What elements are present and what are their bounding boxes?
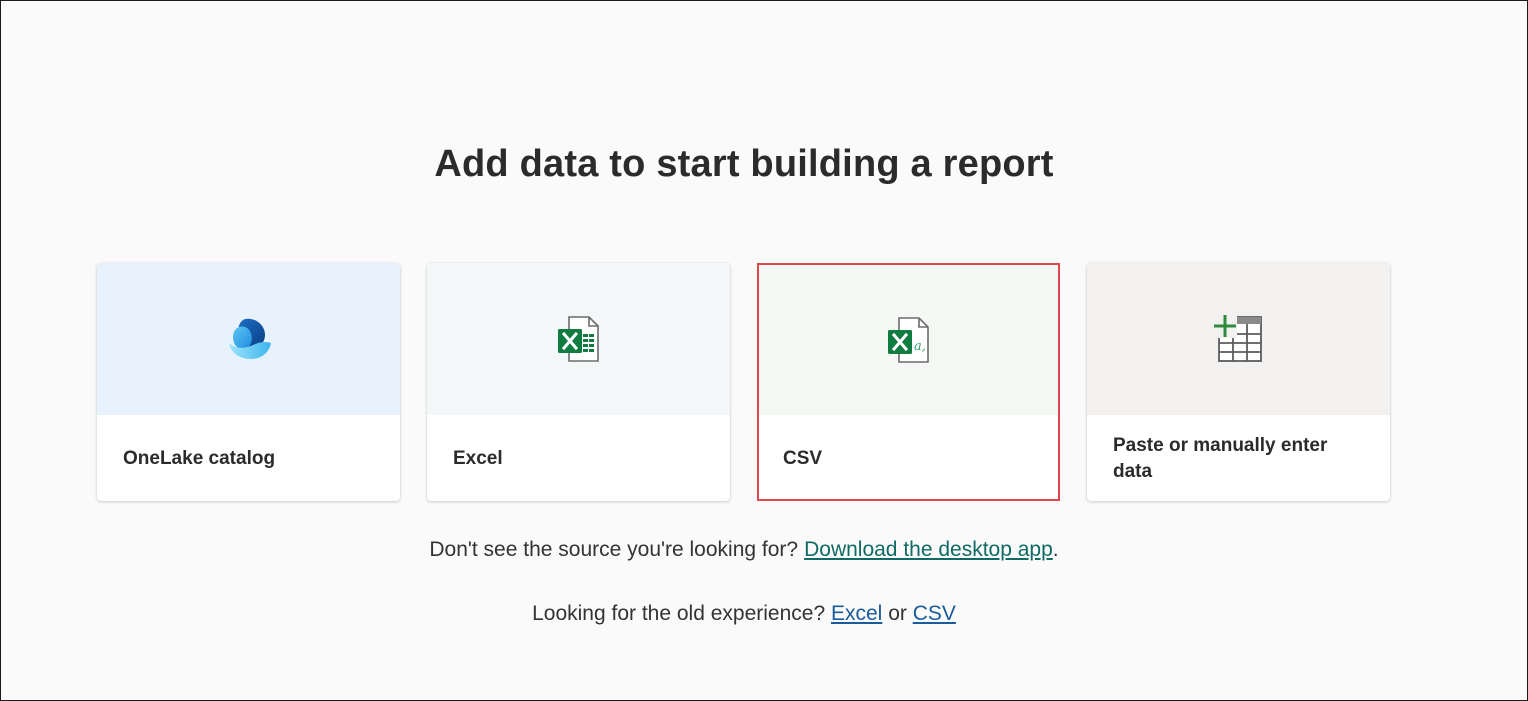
card-icon-area: a, [759,265,1058,415]
table-add-icon [1212,314,1262,362]
csv-card[interactable]: a, CSV [757,263,1060,501]
download-desktop-app-link[interactable]: Download the desktop app [804,538,1053,561]
svg-text:a,: a, [914,339,926,354]
old-excel-link[interactable]: Excel [831,602,882,625]
or-text: or [888,602,907,625]
card-icon-area [427,263,730,415]
source-prompt-text: Don't see the source you're looking for? [429,538,799,561]
page-frame: Add data to start building a report OneL… [0,0,1528,701]
card-label: Paste or manually enter data [1113,435,1328,482]
excel-icon [557,316,599,362]
period-text: . [1052,538,1059,561]
card-label: CSV [783,448,823,469]
source-prompt-line: Don't see the source you're looking for?… [1,538,1487,562]
onelake-catalog-card[interactable]: OneLake catalog [97,263,400,501]
card-label: OneLake catalog [123,448,276,469]
old-csv-link[interactable]: CSV [913,602,956,625]
page-title: Add data to start building a report [434,143,1054,185]
old-experience-line: Looking for the old experience? Excel or… [1,602,1487,626]
onelake-icon [228,318,271,359]
card-icon-area [1087,263,1390,415]
old-experience-text: Looking for the old experience? [532,602,826,625]
csv-icon: a, [887,317,929,363]
excel-card[interactable]: Excel [427,263,730,501]
enter-data-card[interactable]: Paste or manually enter data [1087,263,1390,501]
card-label: Excel [453,448,503,469]
card-icon-area [97,263,400,415]
